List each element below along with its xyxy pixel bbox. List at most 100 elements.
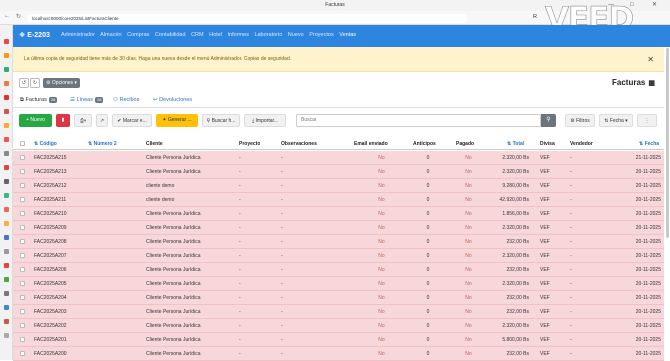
cell-code[interactable]: FAC2025A201 [34, 333, 84, 347]
table-row[interactable]: FAC2025A212 cliente demo - - No 0 No 9.280,00 B… [13, 179, 664, 193]
table-row[interactable]: FAC2025A205 Cliente Persona Jurídica - - No 0… [13, 277, 664, 291]
reload-icon[interactable]: ↻ [16, 13, 21, 20]
more-button[interactable]: ⋮ [637, 114, 657, 127]
menu-item-administrador[interactable]: Administrador [61, 32, 95, 38]
table-row[interactable]: FAC2025A215 Cliente Persona Jurídica - - No 0… [13, 151, 664, 165]
cell-code[interactable]: FAC2025A205 [34, 277, 84, 291]
sidebar-app-icon[interactable] [4, 305, 9, 310]
sidebar-app-icon[interactable] [4, 249, 9, 254]
row-checkbox[interactable] [20, 239, 25, 244]
sidebar-app-icon[interactable] [4, 123, 9, 128]
col-client[interactable]: Cliente [146, 138, 163, 150]
cell-code[interactable]: FAC2025A204 [34, 291, 84, 305]
menu-item-compras[interactable]: Compras [127, 32, 149, 38]
col-seller[interactable]: Vendedor [570, 138, 593, 150]
sidebar-app-icon[interactable] [4, 235, 9, 240]
col-notes[interactable]: Observaciones [281, 138, 317, 150]
col-code[interactable]: ⇅ Código [34, 138, 57, 150]
sidebar-app-icon[interactable] [4, 39, 9, 44]
row-checkbox[interactable] [20, 337, 25, 342]
menu-item-crm[interactable]: CRM [191, 32, 204, 38]
table-row[interactable]: FAC2025A208 Cliente Persona Jurídica - - No 0… [13, 235, 664, 249]
table-row[interactable]: FAC2025A209 Cliente Persona Jurídica - - No 0… [13, 221, 664, 235]
back-icon[interactable]: ← [4, 13, 10, 19]
cell-code[interactable]: FAC2025A215 [34, 151, 84, 165]
row-checkbox[interactable] [20, 169, 25, 174]
sidebar-app-icon[interactable] [4, 95, 9, 100]
row-checkbox[interactable] [20, 351, 25, 356]
delete-button[interactable]: ▮ [56, 114, 70, 127]
row-checkbox[interactable] [20, 253, 25, 258]
sidebar-app-icon[interactable] [4, 165, 9, 170]
row-checkbox[interactable] [20, 183, 25, 188]
sidebar-app-icon[interactable] [4, 151, 9, 156]
row-checkbox[interactable] [20, 197, 25, 202]
col-email[interactable]: Email enviado [354, 138, 388, 150]
table-row[interactable]: FAC2025A203 Cliente Persona Jurídica - - No 0… [13, 305, 664, 319]
find-button[interactable]: ⚲ Buscar h... [202, 114, 240, 127]
close-alert-icon[interactable]: ✕ [647, 47, 654, 72]
sidebar-app-icon[interactable] [4, 137, 9, 142]
sidebar-app-icon[interactable] [4, 333, 9, 338]
sidebar-app-icon[interactable] [4, 221, 9, 226]
refresh-button[interactable]: ↻ [30, 78, 40, 88]
col-project[interactable]: Proyecto [239, 138, 260, 150]
search-button[interactable]: ⚲ [541, 114, 556, 127]
sidebar-app-icon[interactable] [4, 53, 9, 58]
cell-code[interactable]: FAC2025A212 [34, 179, 84, 193]
col-paid[interactable]: Pagado [456, 138, 474, 150]
row-checkbox[interactable] [20, 225, 25, 230]
col-currency[interactable]: Divisa [540, 138, 555, 150]
mark-button[interactable]: ✔ Marcar e... [112, 114, 152, 127]
cell-code[interactable]: FAC2025A209 [34, 221, 84, 235]
options-button[interactable]: ⚙ Opciones ▾ [43, 78, 80, 88]
table-row[interactable]: FAC2025A206 Cliente Persona Jurídica - - No 0… [13, 263, 664, 277]
select-all-checkbox[interactable] [20, 141, 25, 146]
cell-code[interactable]: FAC2025A203 [34, 305, 84, 319]
menu-item-hotel[interactable]: Hotel [209, 32, 222, 38]
cell-code[interactable]: FAC2025A208 [34, 235, 84, 249]
open-external-button[interactable]: ↗ [96, 114, 108, 127]
row-checkbox[interactable] [20, 281, 25, 286]
generate-button[interactable]: ✦ Generar ... [156, 114, 198, 127]
brand-logo[interactable]: ❖ E-2203 [19, 31, 50, 39]
cell-code[interactable]: FAC2025A206 [34, 263, 84, 277]
address-bar[interactable]: localhost:8000/core2025/ListFacturaClien… [27, 14, 467, 23]
col-total[interactable]: ⇅ Total [507, 138, 524, 150]
sidebar-app-icon[interactable] [4, 193, 9, 198]
new-button[interactable]: + Nuevo [19, 114, 52, 127]
menu-item-proyectos[interactable]: Proyectos [309, 32, 333, 38]
scrollbar[interactable] [666, 48, 669, 238]
col-date[interactable]: ⇅ Fecha [639, 138, 659, 150]
menu-item-ventas[interactable]: Ventas [339, 32, 356, 38]
table-row[interactable]: FAC2025A211 cliente demo - - No 0 No 42.920,00 … [13, 193, 664, 207]
table-row[interactable]: FAC2025A207 Cliente Persona Jurídica - - No 0… [13, 249, 664, 263]
tab-lineas[interactable]: ☰ Líneas 28 [70, 97, 104, 103]
filters-button[interactable]: ⚙ Filtros [565, 114, 595, 127]
row-checkbox[interactable] [20, 155, 25, 160]
table-row[interactable]: FAC2025A200 Cliente Persona Jurídica - - No 0… [13, 347, 664, 361]
tab-facturas[interactable]: ⧉ Facturas 28 [20, 97, 58, 104]
back-button[interactable]: ↺ [19, 78, 29, 88]
menu-item-informes[interactable]: Informes [228, 32, 249, 38]
table-row[interactable]: FAC2025A213 Cliente Persona Jurídica - - No 0… [13, 165, 664, 179]
sidebar-app-icon[interactable] [4, 263, 9, 268]
table-row[interactable]: FAC2025A201 Cliente Persona Jurídica - - No 0… [13, 333, 664, 347]
col-number2[interactable]: ⇅ Número 2 [88, 138, 117, 150]
cell-code[interactable]: FAC2025A202 [34, 319, 84, 333]
row-checkbox[interactable] [20, 211, 25, 216]
table-row[interactable]: FAC2025A210 Cliente Persona Jurídica - - No 0… [13, 207, 664, 221]
row-checkbox[interactable] [20, 295, 25, 300]
sort-button[interactable]: ⇅ Fecha ▾ [599, 114, 633, 127]
sidebar-app-icon[interactable] [4, 291, 9, 296]
sidebar-app-icon[interactable] [4, 179, 9, 184]
sidebar-app-icon[interactable] [4, 319, 9, 324]
menu-item-nuevo[interactable]: Nuevo [288, 32, 304, 38]
menu-item-almacen[interactable]: Almacén [100, 32, 121, 38]
menu-item-laboratorio[interactable]: Laboratorio [254, 32, 282, 38]
sidebar-app-icon[interactable] [4, 207, 9, 212]
search-input[interactable]: Buscar [296, 114, 541, 127]
cell-code[interactable]: FAC2025A200 [34, 347, 84, 361]
sidebar-app-icon[interactable] [4, 109, 9, 114]
menu-item-contabilidad[interactable]: Contabilidad [155, 32, 186, 38]
